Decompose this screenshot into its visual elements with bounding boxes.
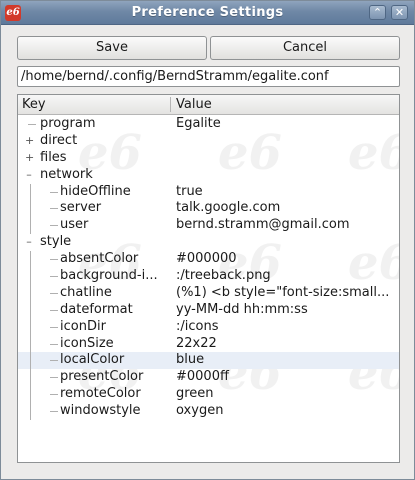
tree-row[interactable]: chatline (%1) <b style="font-size:small..… — [18, 284, 399, 302]
tree-guide-line — [30, 268, 31, 286]
row-key: windowstyle — [60, 403, 141, 419]
tree-branch-line — [50, 191, 58, 193]
tree-row[interactable]: – network — [18, 167, 399, 184]
tree-rows: program Egalite + direct + files – network hideO… — [18, 116, 399, 421]
tree-row[interactable]: presentColor #0000ff — [18, 369, 399, 387]
tree-row[interactable]: server talk.google.com — [18, 200, 399, 218]
tree-branch-line — [50, 326, 58, 328]
tree-branch-line — [50, 411, 58, 413]
tree-row[interactable]: dateformat yy-MM-dd hh:mm:ss — [18, 301, 399, 319]
tree-branch-line — [50, 259, 58, 261]
tree-branch-line — [50, 208, 58, 210]
tree-row[interactable]: user bernd.stramm@gmail.com — [18, 217, 399, 235]
row-key: absentColor — [60, 251, 139, 267]
value-column-header[interactable]: Value — [176, 97, 212, 112]
expand-icon[interactable]: + — [25, 133, 34, 150]
tree-branch-line — [50, 394, 58, 396]
tree-guide-line — [30, 352, 31, 370]
config-path-field[interactable]: /home/bernd/.config/BerndStramm/egalite.… — [17, 66, 400, 87]
row-key: user — [60, 217, 89, 233]
column-separator[interactable] — [170, 97, 171, 112]
row-value[interactable]: talk.google.com — [176, 200, 396, 217]
tree-branch-line — [50, 276, 58, 278]
tree-guide-line — [30, 284, 31, 302]
row-value[interactable]: :/icons — [176, 319, 396, 336]
tree-row[interactable]: localColor blue — [18, 352, 399, 370]
tree-row[interactable]: program Egalite — [18, 116, 399, 133]
tree-row[interactable]: iconDir :/icons — [18, 318, 399, 336]
tree-row[interactable]: absentColor #000000 — [18, 251, 399, 269]
close-button[interactable]: ✕ — [391, 5, 408, 20]
save-button[interactable]: Save — [17, 36, 207, 60]
collapse-icon[interactable]: – — [25, 234, 33, 251]
key-column-header[interactable]: Key — [22, 97, 46, 112]
tree-branch-line — [28, 124, 36, 125]
row-value[interactable]: (%1) <b style="font-size:small... — [176, 285, 396, 302]
tree-branch-line — [50, 377, 58, 379]
row-value[interactable]: :/treeback.png — [176, 268, 396, 285]
tree-guide-line — [30, 369, 31, 387]
row-value[interactable]: #000000 — [176, 251, 396, 268]
row-value[interactable]: #0000ff — [176, 369, 396, 386]
row-value[interactable]: yy-MM-dd hh:mm:ss — [176, 302, 396, 319]
tree-row[interactable]: background-i... :/treeback.png — [18, 268, 399, 286]
tree-branch-line — [50, 360, 58, 362]
row-key: hideOffline — [60, 183, 131, 199]
row-key: localColor — [60, 352, 125, 368]
row-value[interactable]: 22x22 — [176, 336, 396, 353]
row-key: iconSize — [60, 335, 114, 351]
tree-branch-line — [50, 225, 58, 227]
tree-guide-line — [30, 217, 31, 235]
tree-guide-line — [30, 183, 31, 201]
row-key: chatline — [60, 284, 112, 300]
row-key: server — [60, 200, 102, 216]
tree-row[interactable]: – style — [18, 234, 399, 251]
tree-header: Key Value — [18, 95, 399, 115]
tree-branch-line — [50, 309, 58, 311]
tree-row[interactable]: remoteColor green — [18, 386, 399, 404]
row-key: style — [40, 234, 72, 250]
row-value[interactable]: blue — [176, 352, 396, 369]
settings-tree[interactable]: e6e6e6e6e6e6e6e6e6 Key Value programEgal… — [17, 94, 400, 463]
tree-row[interactable]: hideOffline true — [18, 183, 399, 201]
tree-row[interactable]: + files — [18, 150, 399, 167]
cancel-button[interactable]: Cancel — [210, 36, 400, 60]
row-value[interactable]: green — [176, 386, 396, 403]
row-key: remoteColor — [60, 386, 141, 402]
row-value[interactable]: bernd.stramm@gmail.com — [176, 217, 396, 234]
tree-guide-line — [30, 200, 31, 218]
tree-row[interactable]: iconSize 22x22 — [18, 335, 399, 353]
row-value[interactable]: Egalite — [176, 116, 396, 133]
tree-guide-line — [30, 403, 31, 421]
tree-branch-line — [50, 292, 58, 294]
expand-icon[interactable]: + — [25, 150, 34, 167]
shade-button[interactable]: ⌃ — [369, 5, 386, 20]
row-key: background-i... — [60, 268, 158, 284]
row-key: dateformat — [60, 301, 133, 317]
title-bar[interactable]: e6 Preference Settings ⌃ ✕ — [1, 1, 414, 25]
row-key: program — [40, 116, 96, 131]
tree-branch-line — [50, 343, 58, 345]
row-value[interactable]: true — [176, 184, 396, 201]
tree-guide-line — [30, 386, 31, 404]
collapse-icon[interactable]: – — [25, 167, 33, 184]
row-key: files — [40, 149, 67, 165]
row-key: network — [40, 166, 93, 182]
tree-row[interactable]: windowstyle oxygen — [18, 403, 399, 421]
tree-guide-line — [30, 335, 31, 353]
tree-guide-line — [30, 301, 31, 319]
tree-guide-line — [30, 318, 31, 336]
row-key: presentColor — [60, 369, 144, 385]
row-key: iconDir — [60, 318, 106, 334]
tree-row[interactable]: + direct — [18, 133, 399, 150]
preference-settings-window: e6 Preference Settings ⌃ ✕ Save Cancel /… — [0, 0, 415, 480]
window-title: Preference Settings — [131, 5, 284, 20]
tree-guide-line — [30, 251, 31, 269]
row-key: direct — [40, 132, 78, 148]
row-value[interactable]: oxygen — [176, 403, 396, 420]
